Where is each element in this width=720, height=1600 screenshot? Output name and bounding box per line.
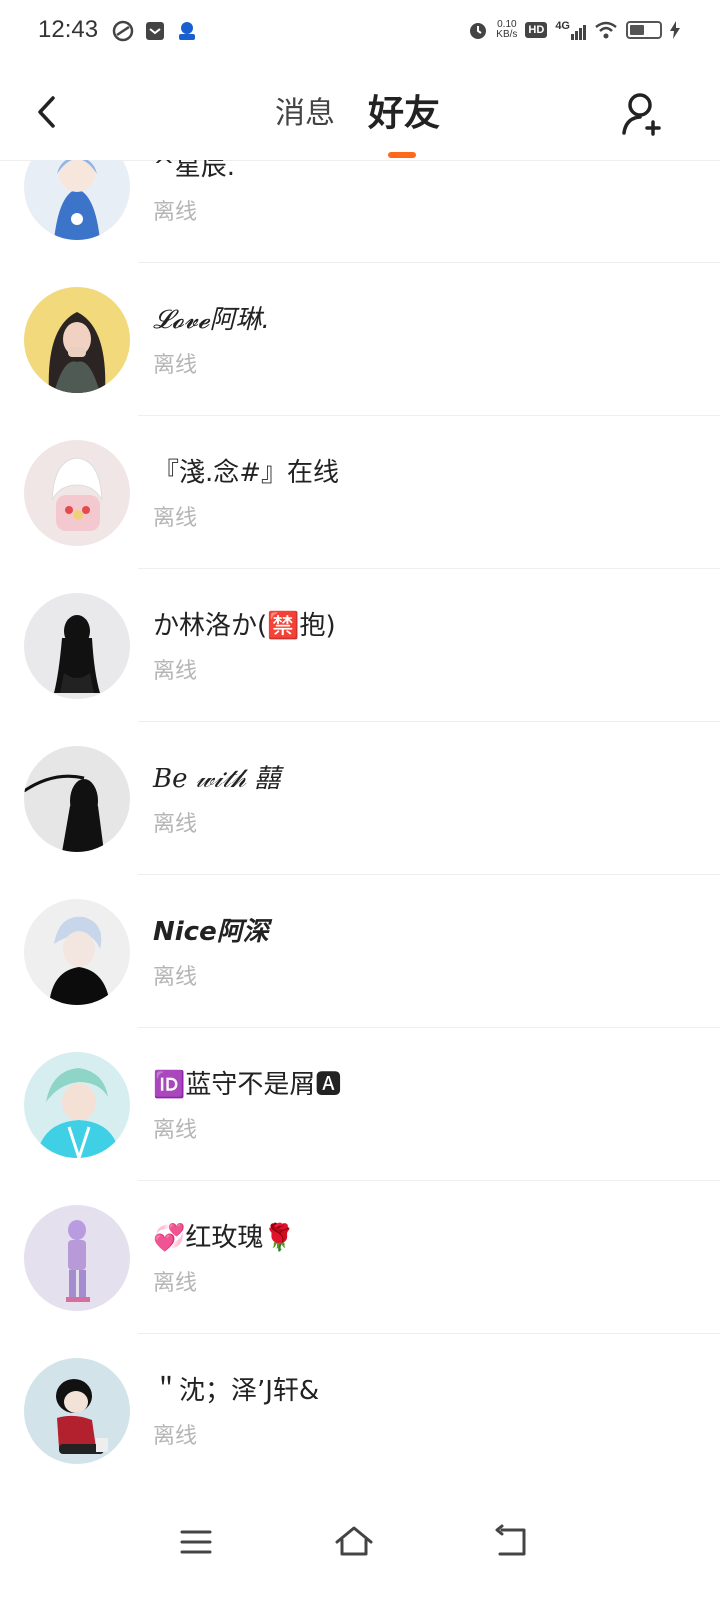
avatar <box>24 1205 130 1311</box>
friend-item[interactable]: 𝙉𝙞𝙘𝙚阿深 离线 <box>0 875 720 1028</box>
friend-item[interactable]: 『淺.念#』在线 离线 <box>0 416 720 569</box>
network-speed: 0.10 KB/s <box>496 20 517 40</box>
status-right: 0.10 KB/s HD 4G <box>468 20 680 40</box>
friend-status: 离线 <box>153 812 198 837</box>
tab-messages[interactable]: 消息 <box>275 88 335 132</box>
friend-status: 离线 <box>153 353 198 378</box>
active-tab-indicator <box>388 152 416 158</box>
back-button[interactable] <box>26 88 66 136</box>
alarm-icon <box>470 23 487 39</box>
friend-name: ＂沈；泽’J轩& <box>153 1376 320 1406</box>
back-arrow-icon <box>38 96 55 128</box>
friend-status: 离线 <box>153 1118 198 1143</box>
friend-item[interactable]: ＂沈；泽’J轩& 离线 <box>0 1334 720 1470</box>
avatar <box>24 899 130 1005</box>
friend-item[interactable]: ^星辰. 离线 <box>0 160 720 263</box>
friend-status: 离线 <box>153 200 198 225</box>
friend-name: か林洛か(🈲抱) <box>153 611 336 641</box>
friend-status: 离线 <box>153 965 198 990</box>
avatar <box>24 1052 130 1158</box>
avatar <box>24 746 130 852</box>
friend-name: 💞红玫瑰🌹 <box>153 1223 296 1253</box>
friend-name: 『淺.念#』在线 <box>153 458 340 488</box>
menu-button[interactable] <box>174 1520 218 1564</box>
avatar <box>24 287 130 393</box>
friend-status: 离线 <box>153 659 198 684</box>
friend-name: 𝙉𝙞𝙘𝙚阿深 <box>153 917 269 947</box>
avatar <box>24 160 130 240</box>
friend-name: 𝐵𝑒 𝓌𝒾𝓉𝒽 囍 <box>153 764 281 794</box>
friend-status: 离线 <box>153 506 198 531</box>
top-header: 消息 好友 <box>0 64 720 161</box>
app2-notification-icon <box>179 22 195 40</box>
status-time: 12:43 <box>38 16 99 43</box>
speed-unit: KB/s <box>496 29 518 40</box>
battery-icon <box>626 21 662 39</box>
friend-item[interactable]: 𝓛𝓸𝓿𝓮阿琳. 离线 <box>0 263 720 416</box>
home-icon <box>335 1526 373 1556</box>
back-nav-icon <box>495 1524 526 1556</box>
add-friend-icon <box>622 93 661 136</box>
friend-list: ^星辰. 离线 𝓛𝓸𝓿𝓮阿琳. 离线 『淺.念#』在线 离线 か林洛か(🈲抱) … <box>0 160 720 1470</box>
hd-icon: HD <box>525 22 548 38</box>
tab-friends[interactable]: 好友 <box>368 84 440 136</box>
friend-name: 🆔蓝守不是屑🅰 <box>153 1070 342 1100</box>
notification-icons <box>112 20 198 42</box>
add-friend-button[interactable] <box>620 90 668 138</box>
friend-item[interactable]: 𝐵𝑒 𝓌𝒾𝓉𝒽 囍 离线 <box>0 722 720 875</box>
avatar <box>24 440 130 546</box>
mail-notification-icon <box>146 22 164 40</box>
app-notification-icon <box>112 20 134 42</box>
friend-status: 离线 <box>153 1271 198 1296</box>
friend-status: 离线 <box>153 1424 198 1449</box>
system-navigation-bar <box>0 1490 720 1600</box>
wifi-icon <box>595 21 617 39</box>
friend-name: 𝓛𝓸𝓿𝓮阿琳. <box>153 305 270 335</box>
friend-item[interactable]: 💞红玫瑰🌹 离线 <box>0 1181 720 1334</box>
status-bar: 12:43 0.10 KB/s HD 4G <box>0 0 720 64</box>
home-button[interactable] <box>332 1520 376 1564</box>
friend-item[interactable]: か林洛か(🈲抱) 离线 <box>0 569 720 722</box>
avatar <box>24 1358 130 1464</box>
menu-icon <box>180 1530 212 1554</box>
avatar <box>24 593 130 699</box>
friend-item[interactable]: 🆔蓝守不是屑🅰 离线 <box>0 1028 720 1181</box>
charging-icon <box>670 21 680 39</box>
friend-name: ^星辰. <box>153 160 236 182</box>
back-nav-button[interactable] <box>490 1520 534 1564</box>
network-type: 4G <box>555 20 570 32</box>
signal-icon: 4G <box>555 20 586 40</box>
